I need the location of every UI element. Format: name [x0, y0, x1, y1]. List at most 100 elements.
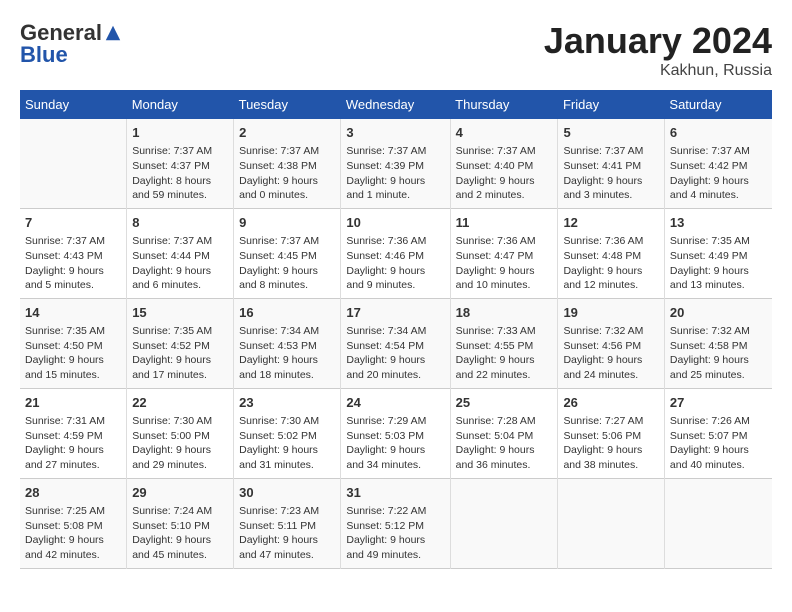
day-number: 23 — [239, 394, 335, 412]
cell-info: Sunrise: 7:27 AMSunset: 5:06 PMDaylight:… — [563, 414, 658, 473]
calendar-cell: 23 Sunrise: 7:30 AMSunset: 5:02 PMDayligh… — [234, 388, 341, 478]
calendar-cell: 29 Sunrise: 7:24 AMSunset: 5:10 PMDayligh… — [127, 478, 234, 568]
day-number: 24 — [346, 394, 444, 412]
cell-info: Sunrise: 7:37 AMSunset: 4:39 PMDaylight:… — [346, 144, 444, 203]
calendar-cell — [664, 478, 772, 568]
day-number: 20 — [670, 304, 767, 322]
calendar-cell: 2 Sunrise: 7:37 AMSunset: 4:38 PMDaylight… — [234, 119, 341, 208]
location: Kakhun, Russia — [544, 62, 772, 80]
cell-info: Sunrise: 7:30 AMSunset: 5:02 PMDaylight:… — [239, 414, 335, 473]
day-number: 6 — [670, 124, 767, 142]
day-number: 18 — [456, 304, 553, 322]
week-row-3: 14 Sunrise: 7:35 AMSunset: 4:50 PMDayligh… — [20, 298, 772, 388]
day-number: 25 — [456, 394, 553, 412]
cell-info: Sunrise: 7:37 AMSunset: 4:38 PMDaylight:… — [239, 144, 335, 203]
cell-info: Sunrise: 7:37 AMSunset: 4:43 PMDaylight:… — [25, 234, 121, 293]
cell-info: Sunrise: 7:37 AMSunset: 4:41 PMDaylight:… — [563, 144, 658, 203]
calendar-cell: 11 Sunrise: 7:36 AMSunset: 4:47 PMDayligh… — [450, 208, 558, 298]
calendar-cell: 8 Sunrise: 7:37 AMSunset: 4:44 PMDaylight… — [127, 208, 234, 298]
day-number: 15 — [132, 304, 228, 322]
day-number: 19 — [563, 304, 658, 322]
cell-info: Sunrise: 7:29 AMSunset: 5:03 PMDaylight:… — [346, 414, 444, 473]
day-number: 8 — [132, 214, 228, 232]
cell-info: Sunrise: 7:28 AMSunset: 5:04 PMDaylight:… — [456, 414, 553, 473]
day-number: 5 — [563, 124, 658, 142]
logo-blue-text: Blue — [20, 42, 68, 67]
day-number: 11 — [456, 214, 553, 232]
calendar-cell: 20Sunrise: 7:32 AMSunset: 4:58 PMDayligh… — [664, 298, 772, 388]
week-row-5: 28 Sunrise: 7:25 AMSunset: 5:08 PMDayligh… — [20, 478, 772, 568]
header-day-sunday: Sunday — [20, 90, 127, 119]
calendar-cell: 17Sunrise: 7:34 AMSunset: 4:54 PMDayligh… — [341, 298, 450, 388]
day-number: 2 — [239, 124, 335, 142]
cell-info: Sunrise: 7:36 AMSunset: 4:47 PMDaylight:… — [456, 234, 553, 293]
cell-info: Sunrise: 7:35 AMSunset: 4:50 PMDaylight:… — [25, 324, 121, 383]
calendar-cell: 27 Sunrise: 7:26 AMSunset: 5:07 PMDayligh… — [664, 388, 772, 478]
calendar-cell: 13 Sunrise: 7:35 AMSunset: 4:49 PMDayligh… — [664, 208, 772, 298]
header-row: SundayMondayTuesdayWednesdayThursdayFrid… — [20, 90, 772, 119]
day-number: 13 — [670, 214, 767, 232]
cell-info: Sunrise: 7:36 AMSunset: 4:48 PMDaylight:… — [563, 234, 658, 293]
calendar-cell: 24 Sunrise: 7:29 AMSunset: 5:03 PMDayligh… — [341, 388, 450, 478]
day-number: 10 — [346, 214, 444, 232]
day-number: 26 — [563, 394, 658, 412]
week-row-1: 1Sunrise: 7:37 AMSunset: 4:37 PMDaylight… — [20, 119, 772, 208]
header-day-tuesday: Tuesday — [234, 90, 341, 119]
cell-info: Sunrise: 7:31 AMSunset: 4:59 PMDaylight:… — [25, 414, 121, 473]
cell-info: Sunrise: 7:24 AMSunset: 5:10 PMDaylight:… — [132, 504, 228, 563]
day-number: 16 — [239, 304, 335, 322]
calendar-cell: 1Sunrise: 7:37 AMSunset: 4:37 PMDaylight… — [127, 119, 234, 208]
day-number: 3 — [346, 124, 444, 142]
cell-info: Sunrise: 7:34 AMSunset: 4:54 PMDaylight:… — [346, 324, 444, 383]
day-number: 9 — [239, 214, 335, 232]
week-row-2: 7 Sunrise: 7:37 AMSunset: 4:43 PMDaylight… — [20, 208, 772, 298]
calendar-cell: 18 Sunrise: 7:33 AMSunset: 4:55 PMDayligh… — [450, 298, 558, 388]
day-number: 22 — [132, 394, 228, 412]
calendar-cell: 9Sunrise: 7:37 AMSunset: 4:45 PMDaylight… — [234, 208, 341, 298]
cell-info: Sunrise: 7:34 AMSunset: 4:53 PMDaylight:… — [239, 324, 335, 383]
cell-info: Sunrise: 7:22 AMSunset: 5:12 PMDaylight:… — [346, 504, 444, 563]
logo-icon — [104, 24, 122, 42]
calendar-cell: 4Sunrise: 7:37 AMSunset: 4:40 PMDaylight… — [450, 119, 558, 208]
cell-info: Sunrise: 7:35 AMSunset: 4:52 PMDaylight:… — [132, 324, 228, 383]
day-number: 12 — [563, 214, 658, 232]
calendar-cell: 19 Sunrise: 7:32 AMSunset: 4:56 PMDayligh… — [558, 298, 664, 388]
day-number: 4 — [456, 124, 553, 142]
day-number: 14 — [25, 304, 121, 322]
day-number: 31 — [346, 484, 444, 502]
calendar-cell: 25 Sunrise: 7:28 AMSunset: 5:04 PMDayligh… — [450, 388, 558, 478]
day-number: 29 — [132, 484, 228, 502]
cell-info: Sunrise: 7:32 AMSunset: 4:56 PMDaylight:… — [563, 324, 658, 383]
cell-info: Sunrise: 7:30 AMSunset: 5:00 PMDaylight:… — [132, 414, 228, 473]
calendar-table: SundayMondayTuesdayWednesdayThursdayFrid… — [20, 90, 772, 569]
calendar-cell: 3 Sunrise: 7:37 AMSunset: 4:39 PMDaylight… — [341, 119, 450, 208]
day-number: 30 — [239, 484, 335, 502]
cell-info: Sunrise: 7:25 AMSunset: 5:08 PMDaylight:… — [25, 504, 121, 563]
calendar-cell: 5 Sunrise: 7:37 AMSunset: 4:41 PMDaylight… — [558, 119, 664, 208]
cell-info: Sunrise: 7:36 AMSunset: 4:46 PMDaylight:… — [346, 234, 444, 293]
title-block: January 2024 Kakhun, Russia — [544, 20, 772, 80]
header-day-monday: Monday — [127, 90, 234, 119]
calendar-cell: 14 Sunrise: 7:35 AMSunset: 4:50 PMDayligh… — [20, 298, 127, 388]
logo: General Blue — [20, 20, 122, 68]
calendar-cell: 6 Sunrise: 7:37 AMSunset: 4:42 PMDaylight… — [664, 119, 772, 208]
calendar-cell: 22 Sunrise: 7:30 AMSunset: 5:00 PMDayligh… — [127, 388, 234, 478]
calendar-cell — [20, 119, 127, 208]
cell-info: Sunrise: 7:35 AMSunset: 4:49 PMDaylight:… — [670, 234, 767, 293]
cell-info: Sunrise: 7:23 AMSunset: 5:11 PMDaylight:… — [239, 504, 335, 563]
calendar-cell: 16 Sunrise: 7:34 AMSunset: 4:53 PMDayligh… — [234, 298, 341, 388]
calendar-cell: 12 Sunrise: 7:36 AMSunset: 4:48 PMDayligh… — [558, 208, 664, 298]
calendar-cell: 21Sunrise: 7:31 AMSunset: 4:59 PMDayligh… — [20, 388, 127, 478]
cell-info: Sunrise: 7:33 AMSunset: 4:55 PMDaylight:… — [456, 324, 553, 383]
day-number: 28 — [25, 484, 121, 502]
cell-info: Sunrise: 7:37 AMSunset: 4:42 PMDaylight:… — [670, 144, 767, 203]
cell-info: Sunrise: 7:26 AMSunset: 5:07 PMDaylight:… — [670, 414, 767, 473]
calendar-cell: 26 Sunrise: 7:27 AMSunset: 5:06 PMDayligh… — [558, 388, 664, 478]
month-title: January 2024 — [544, 20, 772, 62]
calendar-cell: 31 Sunrise: 7:22 AMSunset: 5:12 PMDayligh… — [341, 478, 450, 568]
day-number: 7 — [25, 214, 121, 232]
cell-info: Sunrise: 7:37 AMSunset: 4:44 PMDaylight:… — [132, 234, 228, 293]
day-number: 27 — [670, 394, 767, 412]
day-number: 1 — [132, 124, 228, 142]
calendar-cell: 15 Sunrise: 7:35 AMSunset: 4:52 PMDayligh… — [127, 298, 234, 388]
